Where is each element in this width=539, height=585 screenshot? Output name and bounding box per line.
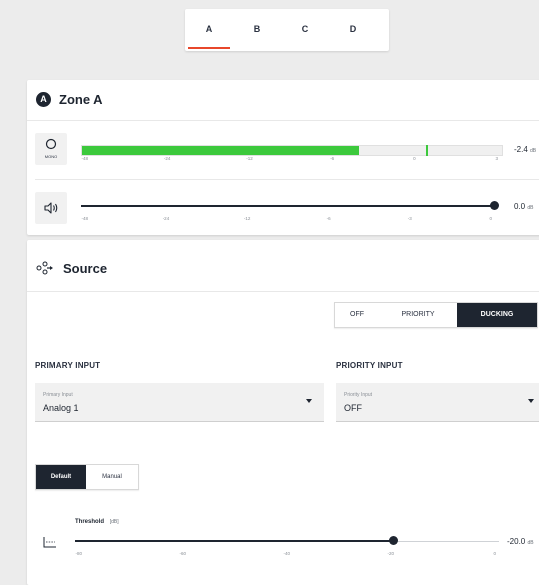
source-divider xyxy=(27,291,539,292)
speaker-icon xyxy=(44,202,58,214)
chevron-down-icon xyxy=(306,399,312,403)
level-meter xyxy=(81,145,503,156)
meter-readout-value: -2.4 xyxy=(514,145,528,154)
primary-input-select[interactable]: Primary Input Analog 1 xyxy=(35,383,324,422)
threshold-scale: -80 -60 -40 -20 0 xyxy=(75,551,499,559)
volume-readout-unit: dB xyxy=(527,205,534,211)
threshold-slider[interactable] xyxy=(75,536,499,546)
preset-toggle: Default Manual xyxy=(35,464,139,490)
tab-a[interactable]: A xyxy=(185,9,233,51)
tab-d[interactable]: D xyxy=(329,9,377,51)
threshold-readout-value: -20.0 xyxy=(507,537,526,546)
meter-tick-label: 0 xyxy=(413,156,416,161)
tab-c[interactable]: C xyxy=(281,9,329,51)
threshold-label-text: Threshold xyxy=(75,519,105,525)
threshold-tick-label: 0 xyxy=(493,551,497,556)
threshold-unit: [dB] xyxy=(109,519,119,525)
meter-readout-unit: dB xyxy=(530,148,537,154)
volume-tick-label: 0 xyxy=(489,216,493,221)
source-title: Source xyxy=(63,261,108,276)
volume-tick-label: -3 xyxy=(407,216,412,221)
threshold-tick-label: -80 xyxy=(75,551,83,556)
level-meter-peak xyxy=(426,145,429,156)
source-card: Source OFF PRIORITY DUCKING PRIMARY INPU… xyxy=(27,240,539,585)
mono-circle-icon xyxy=(45,138,57,150)
volume-track xyxy=(81,205,495,207)
primary-input-label: Primary Input xyxy=(43,392,73,398)
meter-readout: -2.4 dB xyxy=(514,145,536,154)
threshold-tick-label: -20 xyxy=(387,551,395,556)
threshold-graph-icon xyxy=(43,537,56,548)
threshold-track-active xyxy=(75,540,393,542)
threshold-track-rest xyxy=(393,540,499,542)
volume-slider[interactable] xyxy=(81,201,499,211)
mode-priority-button[interactable]: PRIORITY xyxy=(379,303,457,327)
priority-input-value: OFF xyxy=(344,403,362,413)
threshold-thumb[interactable] xyxy=(388,536,398,545)
zone-badge: A xyxy=(36,92,51,107)
primary-input-value: Analog 1 xyxy=(43,403,79,413)
volume-readout-value: 0.0 xyxy=(514,202,526,211)
meter-scale: -48 -24 -12 -6 0 3 xyxy=(81,156,501,164)
meter-tick-label: 3 xyxy=(495,156,499,161)
volume-tick-label: -24 xyxy=(162,216,170,221)
meter-tick-label: -24 xyxy=(163,156,171,161)
threshold-readout-unit: dB xyxy=(527,540,534,546)
priority-input-label: Priority Input xyxy=(344,392,373,398)
volume-scale: -48 -24 -12 -6 -3 0 xyxy=(81,216,495,224)
header-divider xyxy=(27,120,539,121)
meter-tick-label: -48 xyxy=(81,156,89,161)
primary-input-heading: PRIMARY INPUT xyxy=(35,361,101,370)
zone-title: Zone A xyxy=(59,92,103,107)
threshold-tick-label: -60 xyxy=(179,551,187,556)
mode-off-button[interactable]: OFF xyxy=(335,303,379,327)
meter-tick-label: -12 xyxy=(246,156,253,161)
source-mode-toggle: OFF PRIORITY DUCKING xyxy=(334,302,538,328)
threshold-tick-label: -40 xyxy=(283,551,291,556)
volume-readout: 0.0 dB xyxy=(514,202,533,211)
level-meter-fill xyxy=(82,146,360,155)
meter-tick-label: -6 xyxy=(330,156,335,161)
speaker-button[interactable] xyxy=(35,192,67,224)
volume-thumb[interactable] xyxy=(490,201,499,210)
volume-tick-label: -48 xyxy=(81,216,89,221)
priority-input-select[interactable]: Priority Input OFF xyxy=(336,383,539,422)
preset-manual-button[interactable]: Manual xyxy=(86,465,138,489)
mono-label: MONO xyxy=(44,154,58,159)
mono-button[interactable]: MONO xyxy=(35,133,67,165)
tab-b[interactable]: B xyxy=(233,9,281,51)
threshold-readout: -20.0 dB xyxy=(507,537,534,546)
mode-ducking-button[interactable]: DUCKING xyxy=(457,303,537,327)
source-routing-icon xyxy=(36,261,53,275)
preset-default-button[interactable]: Default xyxy=(36,465,86,489)
volume-tick-label: -6 xyxy=(326,216,331,221)
chevron-down-icon xyxy=(528,399,534,403)
threshold-label: Threshold [dB] xyxy=(75,519,119,525)
volume-tick-label: -12 xyxy=(243,216,251,221)
zone-card: A Zone A MONO -48 -24 -12 -6 0 3 -2.4 dB -48-… xyxy=(27,80,539,235)
zone-tabs: A B C D xyxy=(185,9,389,51)
priority-input-heading: PRIORITY INPUT xyxy=(336,361,403,370)
row-divider xyxy=(35,179,539,180)
